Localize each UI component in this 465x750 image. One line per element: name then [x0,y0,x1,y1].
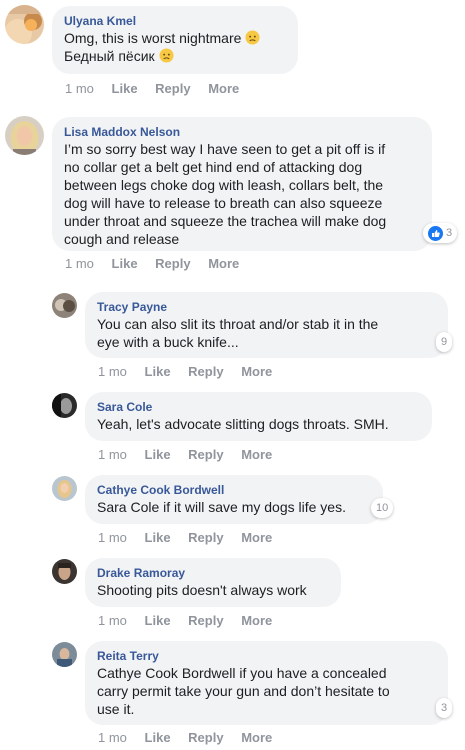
comment-text-line: under throat and squeeze the trachea wil… [64,213,387,229]
comment-timestamp[interactable]: 1 mo [65,81,94,96]
comment-text: You can also slit its throat and/or stab… [97,315,436,351]
avatar[interactable] [52,642,77,667]
reply-link[interactable]: Reply [188,613,223,628]
comment-actions: 1 mo Like Reply More [65,256,239,272]
comment-timestamp[interactable]: 1 mo [98,447,127,462]
comment-text: Shooting pits doesn't always work [97,581,329,599]
comment-actions: 1 mo Like Reply More [98,613,272,629]
avatar[interactable] [52,559,77,584]
reaction-count[interactable]: 10 [371,498,394,518]
comment-timestamp[interactable]: 1 mo [98,730,127,745]
comment-author[interactable]: Reita Terry [97,648,436,664]
comment-text-line: eye with a buck knife... [97,334,239,350]
like-icon [428,225,443,241]
comment-text-line: carry permit take your gun and don’t hes… [97,683,390,699]
reaction-count-number: 3 [441,702,448,714]
like-link[interactable]: Like [145,730,171,745]
like-link[interactable]: Like [145,364,171,379]
comment-timestamp[interactable]: 1 mo [98,530,127,545]
comment-author[interactable]: Cathye Cook Bordwell [97,482,371,498]
comment-text: Yeah, let's advocate slitting dogs throa… [97,415,420,433]
comment-bubble: Ulyana Kmel Omg, this is worst nightmare… [52,6,298,74]
reply-link[interactable]: Reply [155,81,190,96]
reaction-count-number: 3 [446,227,453,239]
avatar[interactable] [52,393,77,418]
more-link[interactable]: More [241,730,272,745]
like-link[interactable]: Like [145,613,171,628]
avatar[interactable] [52,293,77,318]
comment-text-line: You can also slit its throat and/or stab… [97,316,379,332]
comment-text-line: Shooting pits doesn't always work [97,582,307,598]
comment-author[interactable]: Drake Ramoray [97,565,329,581]
comment-author[interactable]: Sara Cole [97,399,420,415]
more-link[interactable]: More [208,256,239,271]
comment-author[interactable]: Tracy Payne [97,299,436,315]
comment-text: I’m so sorry best way I have seen to get… [64,140,420,248]
sad-face-icon [245,30,260,45]
avatar[interactable] [5,5,44,44]
comment-text: Cathye Cook Bordwell if you have a conce… [97,664,436,718]
comment-bubble: Drake Ramoray Shooting pits doesn't alwa… [85,558,341,607]
comment-actions: 1 mo Like Reply More [65,81,239,97]
comment-timestamp[interactable]: 1 mo [98,613,127,628]
comment-text-line: I’m so sorry best way I have seen to get… [64,141,386,157]
reaction-count[interactable]: 3 [436,698,453,718]
comment-actions: 1 mo Like Reply More [98,730,272,746]
avatar[interactable] [52,476,77,501]
comment-actions: 1 mo Like Reply More [98,530,272,546]
comment-text-line: no collar get a belt get hind end of att… [64,159,363,175]
more-link[interactable]: More [241,613,272,628]
reaction-count-number: 9 [441,336,448,348]
more-link[interactable]: More [208,81,239,96]
comment-bubble: Sara Cole Yeah, let's advocate slitting … [85,392,432,441]
comment-actions: 1 mo Like Reply More [98,447,272,463]
comment-text-line: cough and release [64,231,180,247]
comment-timestamp[interactable]: 1 mo [65,256,94,271]
comment-text: Sara Cole if it will save my dogs life y… [97,498,371,516]
reaction-count[interactable]: 9 [436,332,453,352]
reply-link[interactable]: Reply [188,730,223,745]
comment-bubble: Lisa Maddox Nelson I’m so sorry best way… [52,117,432,251]
comment-timestamp[interactable]: 1 mo [98,364,127,379]
reply-link[interactable]: Reply [155,256,190,271]
comment-author[interactable]: Lisa Maddox Nelson [64,124,420,140]
comment-text-line: Sara Cole if it will save my dogs life y… [97,499,346,515]
comment-text-line: dog will have to release to breath can a… [64,195,383,211]
like-link[interactable]: Like [145,530,171,545]
comment-text-line: between legs choke dog with leash, colla… [64,177,384,193]
comment-bubble: Tracy Payne You can also slit its throat… [85,292,448,358]
comment-text-line: use it. [97,701,135,717]
comment-text-line: Yeah, let's advocate slitting dogs throa… [97,416,389,432]
comment-text: Omg, this is worst nightmare Бедный пёси… [64,29,286,65]
reply-link[interactable]: Reply [188,364,223,379]
comment-bubble: Cathye Cook Bordwell Sara Cole if it wil… [85,475,383,524]
like-link[interactable]: Like [112,81,138,96]
more-link[interactable]: More [241,530,272,545]
reaction-count[interactable]: 3 [423,223,458,243]
comment-actions: 1 mo Like Reply More [98,364,272,380]
comment-text-line: Бедный пёсик [64,48,155,64]
reply-link[interactable]: Reply [188,447,223,462]
avatar[interactable] [5,116,44,155]
comment-author[interactable]: Ulyana Kmel [64,13,286,29]
reaction-count-number: 10 [376,502,389,514]
like-link[interactable]: Like [112,256,138,271]
sad-face-icon [159,48,174,63]
comment-bubble: Reita Terry Cathye Cook Bordwell if you … [85,641,448,725]
reply-link[interactable]: Reply [188,530,223,545]
more-link[interactable]: More [241,447,272,462]
comment-text-line: Omg, this is worst nightmare [64,30,242,46]
comment-text-line: Cathye Cook Bordwell if you have a conce… [97,665,387,681]
more-link[interactable]: More [241,364,272,379]
like-link[interactable]: Like [145,447,171,462]
